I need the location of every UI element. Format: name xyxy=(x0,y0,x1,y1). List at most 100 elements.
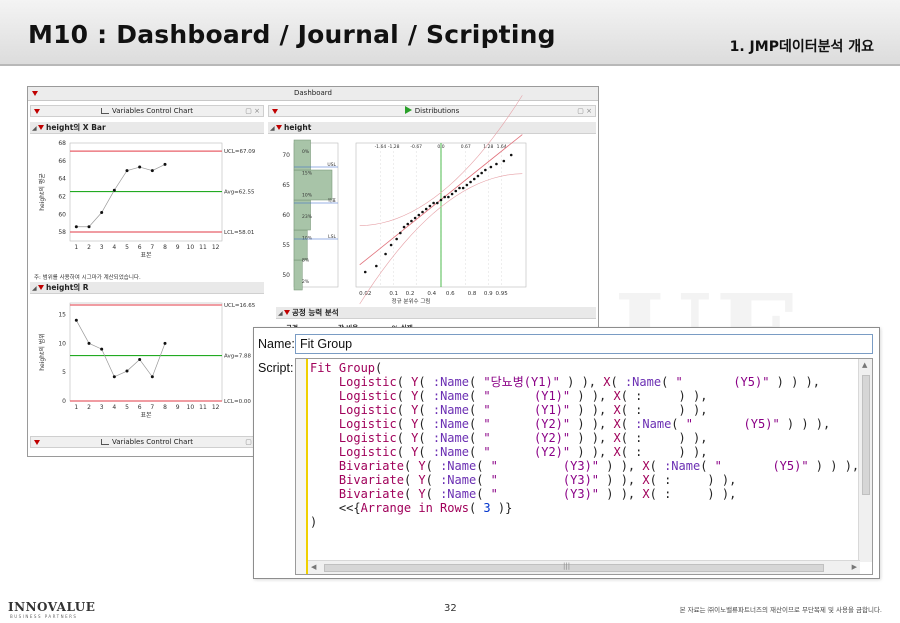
data-point xyxy=(138,165,142,169)
quantile-point xyxy=(480,171,483,175)
y-tick-label: 50 xyxy=(282,272,290,279)
xbar-menu-icon[interactable] xyxy=(38,125,44,130)
data-point xyxy=(138,357,142,361)
quantile-point xyxy=(410,219,413,223)
data-point xyxy=(163,162,167,166)
code-line: <<{Arrange in Rows( 3 )} xyxy=(310,501,513,515)
name-input[interactable] xyxy=(295,334,873,354)
height-section-label: height xyxy=(284,123,312,132)
x-tick-label: 2 xyxy=(87,244,91,251)
capability-menu-icon[interactable] xyxy=(284,310,290,315)
control-chart-menu-icon[interactable] xyxy=(34,109,40,114)
horizontal-scroll-thumb[interactable] xyxy=(324,564,824,572)
quantile-point xyxy=(389,243,393,247)
quantile-point xyxy=(465,183,469,187)
disclosure-icon[interactable]: ◢ xyxy=(32,123,37,134)
quantile-point xyxy=(509,153,513,157)
control-chart-panel-title: Variables Control Chart ▢ × xyxy=(30,105,264,117)
disclosure-icon[interactable]: ◢ xyxy=(270,123,275,134)
y-tick-label: 62 xyxy=(58,193,66,200)
spec-label: 목표 xyxy=(328,198,336,204)
script-editor[interactable]: Fit Group( Logistic( Y( :Name( "당뇨병(Y1)"… xyxy=(295,358,873,575)
bar-percent-label: 0% xyxy=(302,149,310,155)
spec-label: USL xyxy=(327,162,336,168)
histogram-bar xyxy=(293,169,333,201)
disclosure-icon[interactable]: ◢ xyxy=(32,283,37,294)
data-point xyxy=(112,375,116,379)
x-axis-label: 표본 xyxy=(140,252,152,259)
company-logo: INNOVALUE xyxy=(8,600,96,614)
distributions-panel-title: Distributions ▢ × xyxy=(268,105,596,117)
code-gutter xyxy=(296,359,308,574)
x-tick-label: 1 xyxy=(74,404,78,411)
height-section-header[interactable]: ◢ height xyxy=(268,122,596,134)
quantile-point xyxy=(417,213,421,217)
code-line: Fit Group( xyxy=(310,361,383,375)
panel-close-icon[interactable]: ▢ × xyxy=(577,106,592,117)
scroll-up-icon[interactable]: ▲ xyxy=(862,361,867,369)
spec-label: LSL xyxy=(328,234,336,240)
data-point xyxy=(150,169,154,173)
code-line: Logistic( Y( :Name( " (Y2)" ) ), X( : ) … xyxy=(338,431,708,445)
x-tick-label: 4 xyxy=(112,244,116,251)
data-point xyxy=(112,188,116,192)
dashboard-title: Dashboard xyxy=(294,89,332,97)
capability-section-header[interactable]: ◢ 공정 능력 분석 xyxy=(276,307,596,319)
script-code[interactable]: Fit Group( Logistic( Y( :Name( "당뇨병(Y1)"… xyxy=(310,361,859,529)
bottom-control-chart-menu-icon[interactable] xyxy=(34,440,40,445)
x-tick-label: 9 xyxy=(176,404,180,411)
x-tick-label: 8 xyxy=(163,404,167,411)
lcl-label: LCL=0.00 xyxy=(224,399,251,405)
y-tick-label: 60 xyxy=(282,212,290,219)
capability-section-label: 공정 능력 분석 xyxy=(292,308,339,317)
horizontal-scrollbar[interactable]: ◀ ||| ▶ xyxy=(308,560,860,574)
data-point xyxy=(87,341,91,345)
distributions-menu-icon[interactable] xyxy=(272,109,278,114)
r-menu-icon[interactable] xyxy=(38,285,44,290)
quantile-top-tick: -1.64 xyxy=(375,144,387,150)
x-tick-label: 8 xyxy=(163,244,167,251)
x-tick-label: 12 xyxy=(212,244,220,251)
bottom-control-chart-label: Variables Control Chart xyxy=(112,438,193,446)
height-menu-icon[interactable] xyxy=(276,125,282,130)
quantile-point xyxy=(375,264,378,268)
quantile-top-tick: 0.0 xyxy=(437,144,444,150)
y-tick-label: 70 xyxy=(282,152,290,159)
x-tick-label: 5 xyxy=(125,404,129,411)
dashboard-menu-icon[interactable] xyxy=(32,91,38,96)
code-line: ) xyxy=(310,515,318,529)
panel-close-icon[interactable]: ▢ × xyxy=(245,106,260,117)
code-line: Bivariate( Y( :Name( " (Y3)" ) ), X( : )… xyxy=(338,473,737,487)
scroll-right-icon[interactable]: ▶ xyxy=(852,563,857,571)
y-tick-label: 58 xyxy=(58,229,66,236)
y-axis-label: height의 평균 xyxy=(38,173,46,211)
x-tick-label: 3 xyxy=(100,404,104,411)
quantile-bottom-tick: 0.8 xyxy=(468,291,477,297)
data-point xyxy=(163,341,167,345)
code-line: Bivariate( Y( :Name( " (Y3)" ) ), X( :Na… xyxy=(338,459,860,473)
vertical-scroll-thumb[interactable] xyxy=(862,375,870,495)
quantile-point xyxy=(472,177,476,181)
y-tick-label: 65 xyxy=(282,182,290,189)
x-tick-label: 6 xyxy=(138,244,142,251)
x-tick-label: 4 xyxy=(112,404,116,411)
xbar-section-header[interactable]: ◢ height의 X Bar xyxy=(30,122,264,134)
scroll-left-icon[interactable]: ◀ xyxy=(311,563,316,571)
x-tick-label: 7 xyxy=(150,244,154,251)
xbar-note: 주: 범위를 사용하여 시그마가 계산되었습니다. xyxy=(34,275,141,281)
quantile-bottom-tick: 0.02 xyxy=(359,291,371,297)
quantile-point xyxy=(489,165,493,169)
disclosure-icon[interactable]: ◢ xyxy=(278,308,283,319)
quantile-point xyxy=(476,174,480,178)
bottom-control-chart-panel-title: Variables Control Chart ▢ × xyxy=(30,436,264,448)
vertical-scrollbar[interactable]: ▲ xyxy=(858,359,872,562)
quantile-point xyxy=(395,237,398,241)
quantile-point xyxy=(495,162,498,166)
code-line: Logistic( Y( :Name( " (Y1)" ) ), X( : ) … xyxy=(338,389,708,403)
r-section-header[interactable]: ◢ height의 R xyxy=(30,282,264,294)
slide-subtitle: 1. JMP데이터분석 개요 xyxy=(729,39,874,55)
y-tick-label: 66 xyxy=(58,158,66,165)
quantile-bottom-tick: 0.1 xyxy=(389,291,398,297)
copyright-notice: 본 자료는 ㈜이노밸류파트너즈의 재산이므로 무단복제 및 사용을 금합니다. xyxy=(679,606,882,614)
y-tick-label: 0 xyxy=(62,398,66,405)
